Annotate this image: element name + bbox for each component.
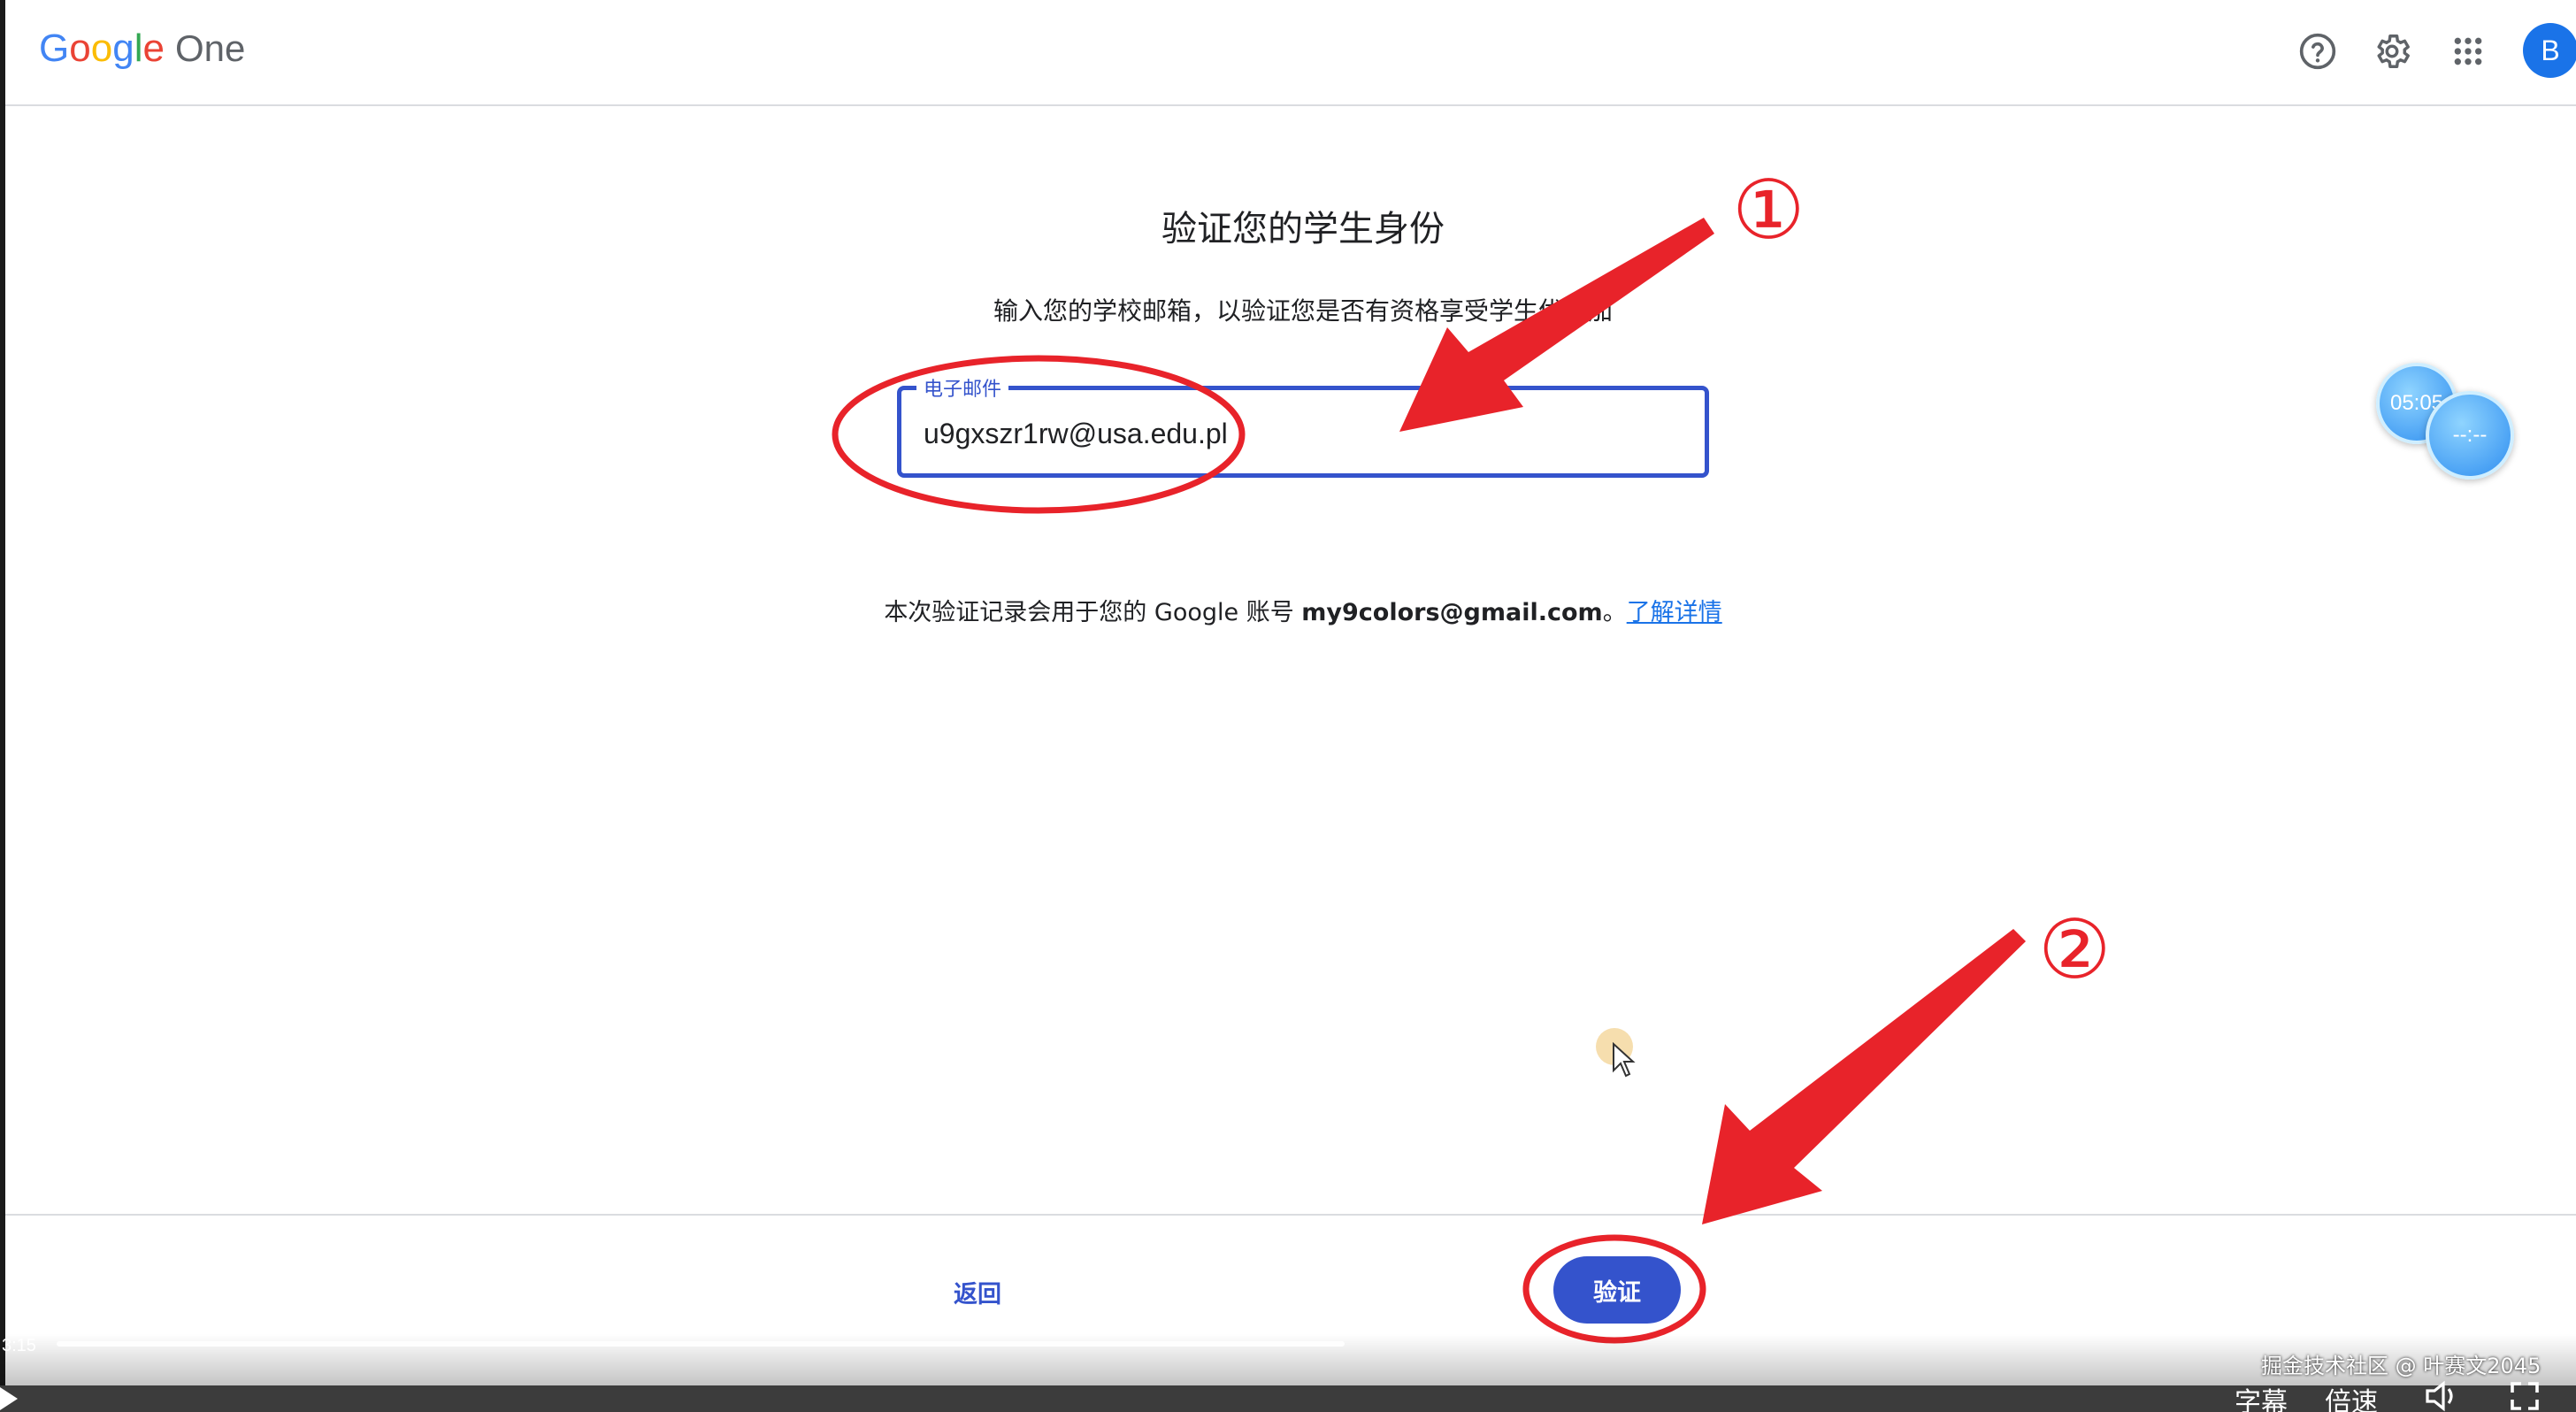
play-icon[interactable] bbox=[0, 1387, 18, 1410]
logo-letter: o bbox=[69, 27, 91, 70]
timer-bubble[interactable]: --:-- bbox=[2426, 391, 2514, 480]
watermark: 掘金技术社区 @ 叶赛文2045 bbox=[2261, 1354, 2542, 1378]
volume-icon[interactable] bbox=[2424, 1380, 2463, 1412]
logo-product: One bbox=[174, 27, 246, 69]
subtitles-button[interactable]: 字幕 bbox=[2235, 1380, 2288, 1412]
help-circle-icon[interactable] bbox=[2293, 27, 2342, 76]
apps-grid-icon[interactable] bbox=[2443, 27, 2493, 76]
fullscreen-icon[interactable] bbox=[2509, 1380, 2541, 1412]
footer-divider bbox=[5, 1214, 2576, 1216]
back-button[interactable]: 返回 bbox=[938, 1265, 1017, 1318]
email-field-label: 电子邮件 bbox=[916, 373, 1009, 402]
logo-letter: e bbox=[142, 27, 165, 70]
gear-icon[interactable] bbox=[2367, 27, 2417, 76]
arrow-2 bbox=[1702, 929, 2026, 1224]
notice-suffix: 。 bbox=[1602, 599, 1627, 626]
avatar[interactable]: B bbox=[2523, 23, 2576, 78]
account-notice: 本次验证记录会用于您的 Google 账号 my9colors@gmail.co… bbox=[796, 593, 1810, 627]
page-subtitle: 输入您的学校邮箱，以验证您是否有资格享受学生优惠加 bbox=[993, 296, 1613, 326]
speed-button[interactable]: 倍速 bbox=[2325, 1380, 2378, 1412]
app-header: Google One B bbox=[5, 0, 2576, 106]
notice-prefix: 本次验证记录会用于您的 Google 账号 bbox=[884, 599, 1302, 626]
video-time: 3:15 bbox=[2, 1336, 36, 1355]
logo-letter: G bbox=[39, 27, 70, 70]
video-progress[interactable] bbox=[57, 1341, 1345, 1347]
player-control-strip bbox=[0, 1385, 2576, 1412]
step-marker-1: ① bbox=[1732, 163, 1806, 257]
logo-letter: l bbox=[134, 27, 143, 70]
step-marker-2: ② bbox=[2038, 902, 2112, 997]
email-field[interactable] bbox=[924, 412, 1684, 455]
page-title: 验证您的学生身份 bbox=[1162, 209, 1445, 249]
window-edge bbox=[0, 0, 5, 1412]
verify-button[interactable]: 验证 bbox=[1553, 1256, 1681, 1324]
cursor-arrow-icon bbox=[1613, 1042, 1636, 1078]
learn-more-link[interactable]: 了解详情 bbox=[1627, 599, 1722, 626]
notice-account: my9colors@gmail.com bbox=[1301, 599, 1603, 626]
logo-letter: g bbox=[112, 27, 134, 70]
google-one-logo[interactable]: Google One bbox=[39, 27, 245, 80]
logo-letter: o bbox=[90, 27, 113, 70]
